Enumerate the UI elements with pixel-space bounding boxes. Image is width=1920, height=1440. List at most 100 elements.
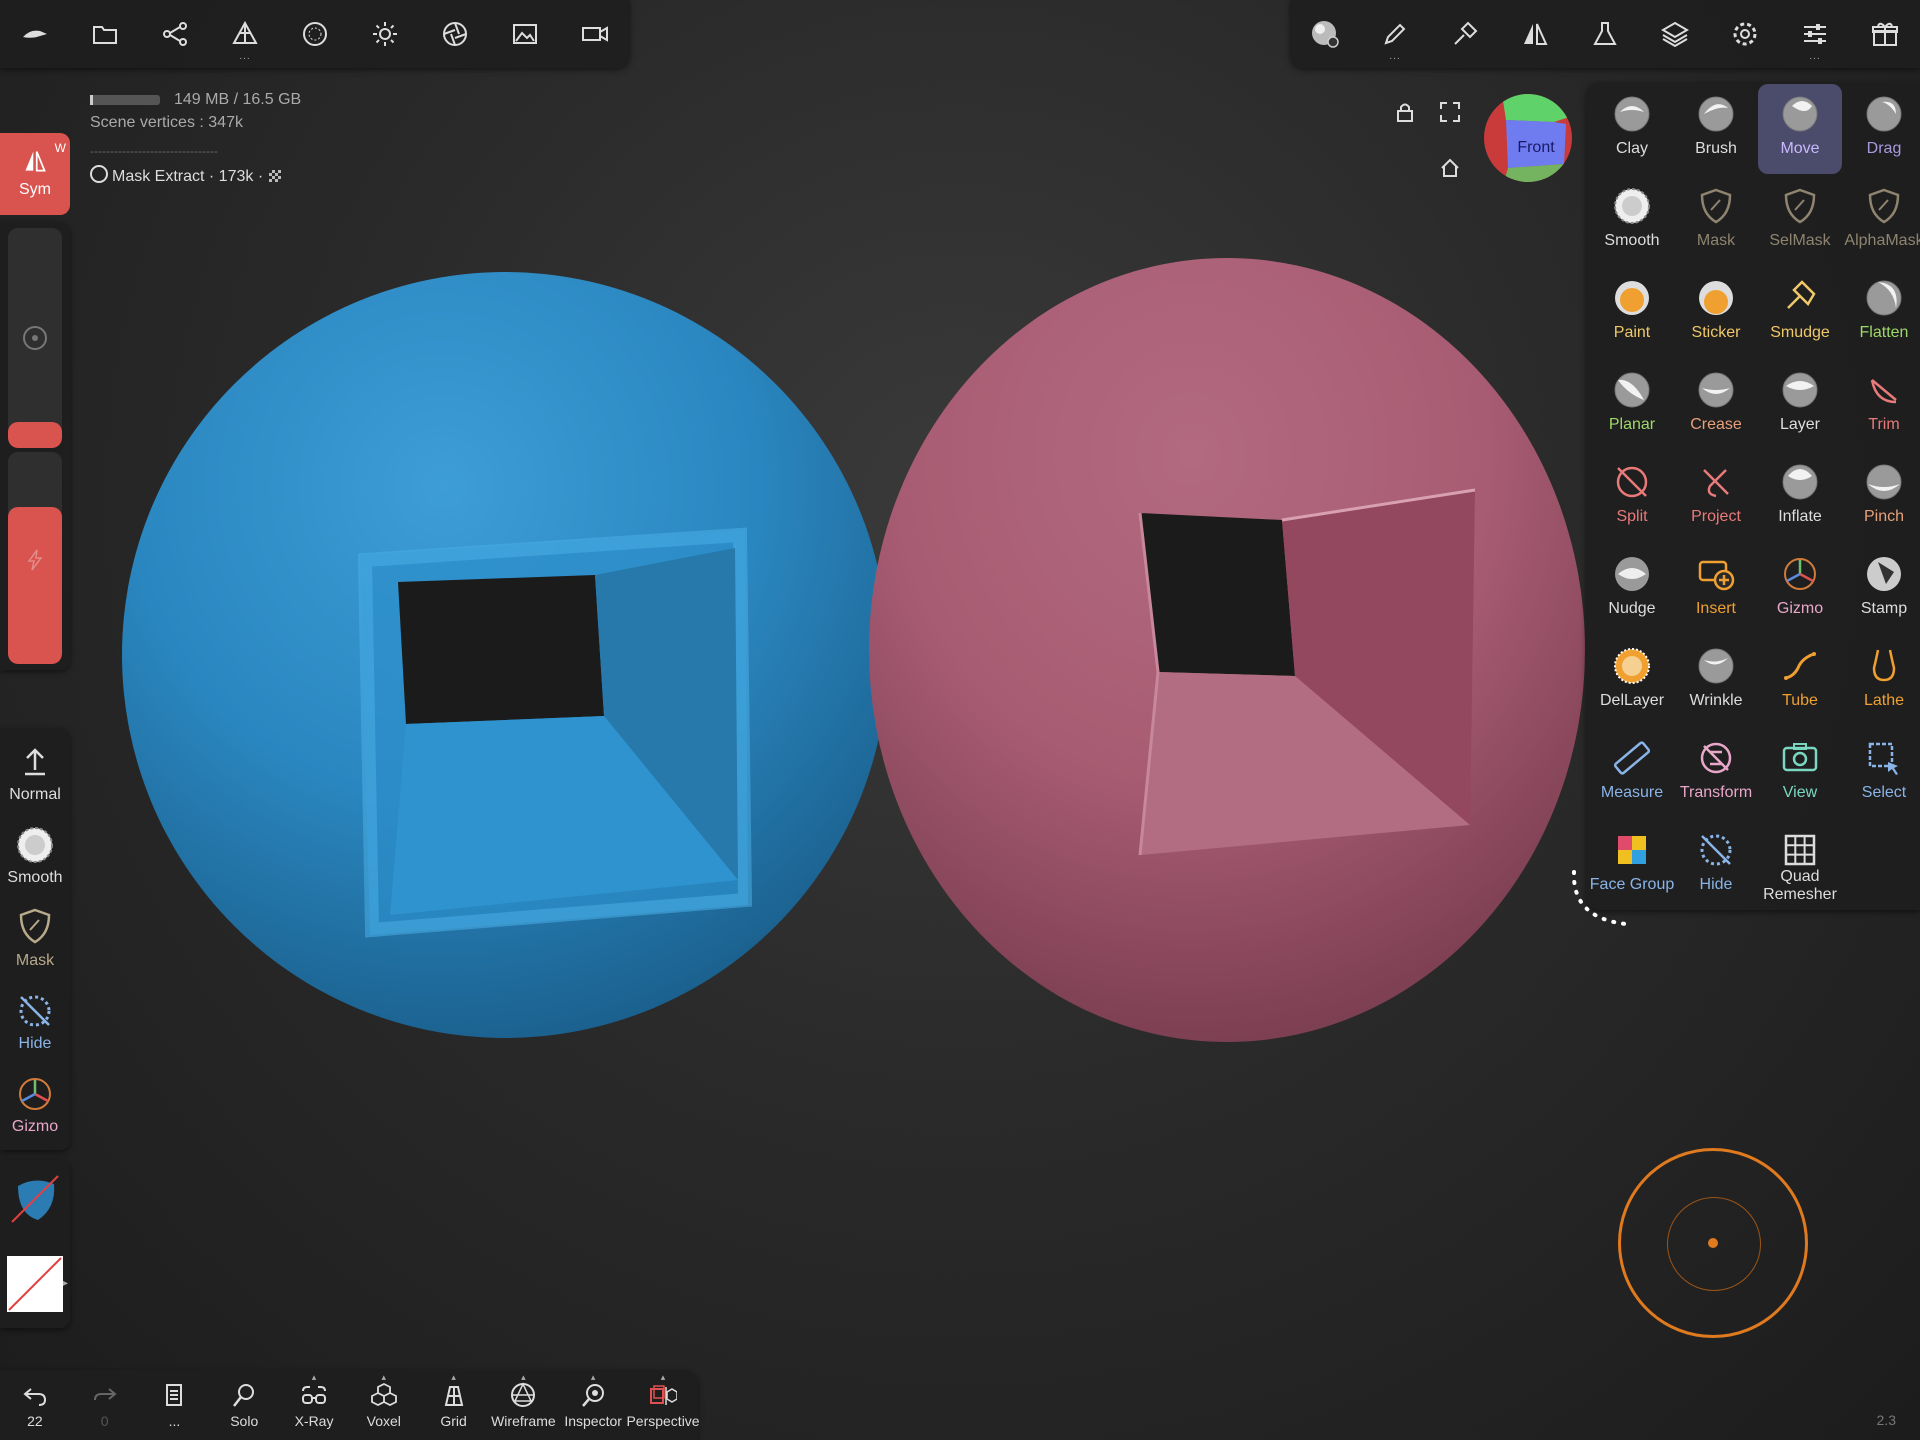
facegroup-icon	[1612, 830, 1652, 870]
bottom-perspective-button[interactable]: ▴ Perspective	[626, 1370, 699, 1440]
tool-alphamask[interactable]: AlphaMask	[1842, 176, 1920, 266]
tool-quad-remesher[interactable]: Quad Remesher	[1758, 820, 1842, 910]
stroke-icon[interactable]	[1430, 0, 1500, 68]
tool-insert[interactable]: Insert	[1674, 544, 1758, 634]
bottom-redo-button[interactable]: 0	[70, 1370, 140, 1440]
tool-project[interactable]: Project	[1674, 452, 1758, 542]
tool-select[interactable]: Select	[1842, 728, 1920, 818]
bottom-voxel-button[interactable]: ▴ Voxel	[349, 1370, 419, 1440]
dellayer-icon	[1612, 646, 1652, 686]
bottom-grid-button[interactable]: ▴ Grid	[419, 1370, 489, 1440]
tool-transform[interactable]: Transform	[1674, 728, 1758, 818]
gizmo-icon	[15, 1074, 55, 1114]
tool-label: Sticker	[1691, 324, 1741, 341]
intensity-slider[interactable]	[8, 452, 62, 664]
material-icon[interactable]	[280, 0, 350, 68]
smooth-icon	[1612, 186, 1652, 226]
tool-smooth[interactable]: Smooth	[1590, 176, 1674, 266]
topology-icon[interactable]: ...	[210, 0, 280, 68]
tool-measure[interactable]: Measure	[1590, 728, 1674, 818]
tool-wrinkle[interactable]: Wrinkle	[1674, 636, 1758, 726]
bottom-xray-button[interactable]: ▴ X-Ray	[279, 1370, 349, 1440]
scene-graph-icon[interactable]	[140, 0, 210, 68]
video-icon[interactable]	[560, 0, 630, 68]
tool-brush[interactable]: Brush	[1674, 84, 1758, 174]
tool-stamp[interactable]: Stamp	[1842, 544, 1920, 634]
tool-layer[interactable]: Layer	[1758, 360, 1842, 450]
gift-icon[interactable]	[1850, 0, 1920, 68]
tool-paint[interactable]: Paint	[1590, 268, 1674, 358]
fullscreen-icon[interactable]	[1432, 94, 1468, 130]
tool-clay[interactable]: Clay	[1590, 84, 1674, 174]
quick-tool-smooth[interactable]: Smooth	[0, 815, 70, 897]
app-logo-icon[interactable]	[0, 0, 70, 68]
quick-tool-normal[interactable]: Normal	[0, 732, 70, 814]
bottom-button-label: Grid	[440, 1413, 467, 1429]
bottom-undo-button[interactable]: 22	[0, 1370, 70, 1440]
view-cube[interactable]: Front	[1484, 94, 1572, 182]
blue-sphere[interactable]	[122, 272, 888, 1038]
tool-label: Gizmo	[1776, 600, 1824, 617]
sliders-icon[interactable]: ...	[1780, 0, 1850, 68]
tool-label: Transform	[1679, 784, 1753, 801]
bottom-wireframe-button[interactable]: ▴ Wireframe	[488, 1370, 558, 1440]
lock-icon[interactable]	[1387, 94, 1423, 130]
transform-icon	[1696, 738, 1736, 778]
color-swatch[interactable]	[7, 1256, 63, 1312]
panel-resize-handle[interactable]	[1566, 868, 1636, 928]
expand-arrow-icon[interactable]: ▸	[63, 1278, 68, 1289]
bottom-scene-list-button[interactable]: ...	[140, 1370, 210, 1440]
material-preview[interactable]	[10, 1174, 60, 1224]
tool-trim[interactable]: Trim	[1842, 360, 1920, 450]
tool-smudge[interactable]: Smudge	[1758, 268, 1842, 358]
tool-nudge[interactable]: Nudge	[1590, 544, 1674, 634]
tool-selmask[interactable]: SelMask	[1758, 176, 1842, 266]
image-icon[interactable]	[490, 0, 560, 68]
quick-tool-hide[interactable]: Hide	[0, 981, 70, 1063]
tool-pinch[interactable]: Pinch	[1842, 452, 1920, 542]
tool-split[interactable]: Split	[1590, 452, 1674, 542]
tool-hide[interactable]: Hide	[1674, 820, 1758, 910]
camera-icon[interactable]	[420, 0, 490, 68]
symmetry-icon	[25, 151, 46, 172]
tool-crease[interactable]: Crease	[1674, 360, 1758, 450]
tool-flatten[interactable]: Flatten	[1842, 268, 1920, 358]
flask-icon[interactable]	[1570, 0, 1640, 68]
folder-icon[interactable]	[70, 0, 140, 68]
tool-view[interactable]: View	[1758, 728, 1842, 818]
radius-slider[interactable]	[8, 228, 62, 448]
paint-brush-icon[interactable]: ...	[1360, 0, 1430, 68]
tool-drag[interactable]: Drag	[1842, 84, 1920, 174]
tool-gizmo[interactable]: Gizmo	[1758, 544, 1842, 634]
tool-planar[interactable]: Planar	[1590, 360, 1674, 450]
memory-bar	[90, 94, 160, 105]
navigation-joystick[interactable]	[1618, 1148, 1808, 1338]
tool-lathe[interactable]: Lathe	[1842, 636, 1920, 726]
light-icon[interactable]	[350, 0, 420, 68]
sym-button[interactable]: W Sym	[0, 133, 70, 215]
mask-extract-status[interactable]: Mask Extract · 173k ·	[90, 165, 301, 188]
layers-icon[interactable]	[1640, 0, 1710, 68]
tool-label: Tube	[1782, 692, 1818, 709]
matcap-icon[interactable]	[1290, 0, 1360, 68]
quick-tool-mask[interactable]: Mask	[0, 898, 70, 980]
settings-icon[interactable]	[1710, 0, 1780, 68]
bottom-inspector-button[interactable]: ▴ Inspector	[558, 1370, 628, 1440]
quick-tool-gizmo[interactable]: Gizmo	[0, 1064, 70, 1146]
symmetry-icon[interactable]	[1500, 0, 1570, 68]
tool-label: Split	[1616, 508, 1648, 525]
tool-dellayer[interactable]: DelLayer	[1590, 636, 1674, 726]
tool-sticker[interactable]: Sticker	[1674, 268, 1758, 358]
tool-mask[interactable]: Mask	[1674, 176, 1758, 266]
tool-inflate[interactable]: Inflate	[1758, 452, 1842, 542]
tool-move[interactable]: Move	[1758, 84, 1842, 174]
info-separator: --------------------------------	[90, 144, 218, 158]
bottom-button-label: Wireframe	[491, 1413, 556, 1429]
tool-tube[interactable]: Tube	[1758, 636, 1842, 726]
bottom-solo-button[interactable]: Solo	[209, 1370, 279, 1440]
home-icon[interactable]	[1432, 150, 1468, 186]
sticker-icon	[1696, 278, 1736, 318]
tool-label: Project	[1691, 508, 1741, 525]
pink-sphere[interactable]	[869, 258, 1585, 1042]
tool-label: Planar	[1608, 416, 1656, 433]
